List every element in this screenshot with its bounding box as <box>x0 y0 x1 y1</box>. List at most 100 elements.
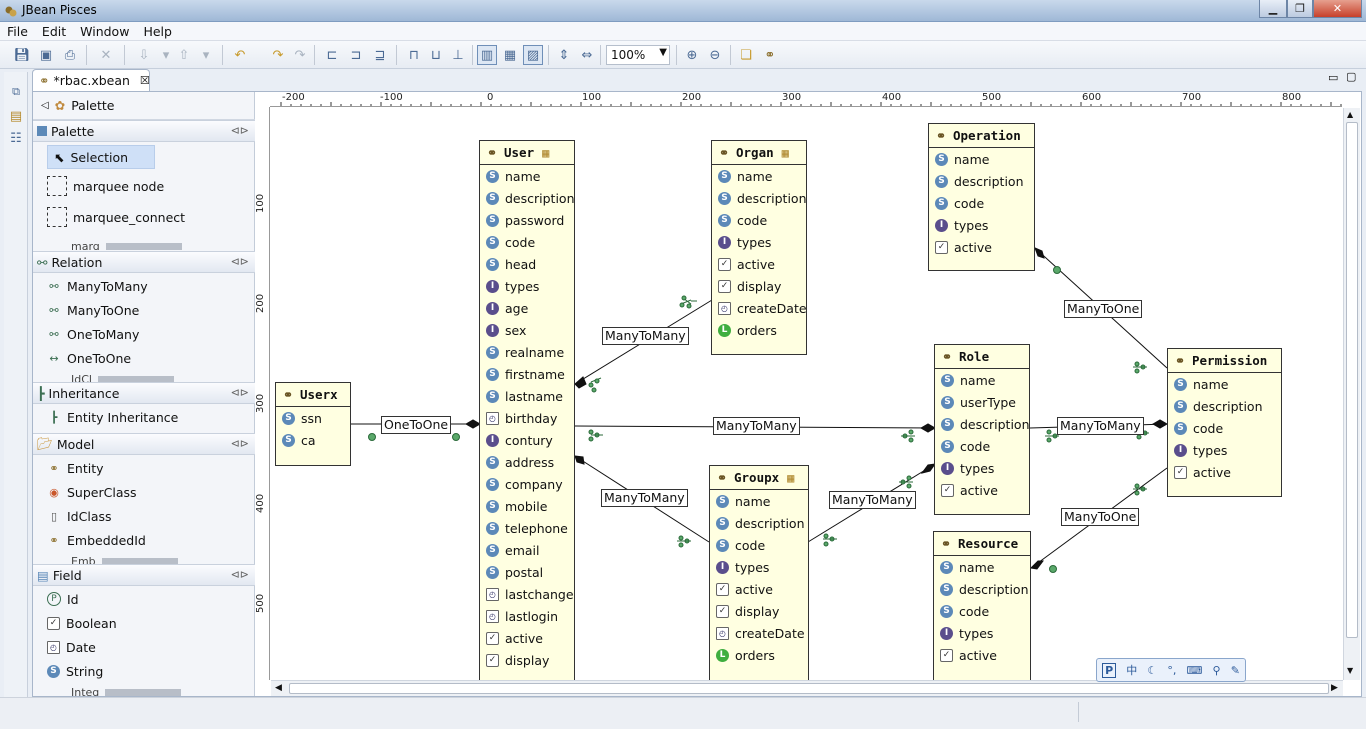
entity-field[interactable]: ✓ active <box>1168 461 1281 483</box>
minimize-button[interactable]: ▁ <box>1259 0 1287 18</box>
entity-field[interactable]: Sdescription <box>935 413 1030 435</box>
entity-field[interactable]: Shead <box>480 253 574 275</box>
entity-field[interactable]: Lorders <box>710 644 808 666</box>
redo-disabled-icon[interactable]: ↷ <box>290 45 310 65</box>
entity-field[interactable]: ✓ active <box>480 627 574 649</box>
entity-field[interactable]: Iage <box>480 297 574 319</box>
collapse-palette-icon[interactable]: ◁ <box>41 100 49 111</box>
palette-item-marquee-connect[interactable]: marquee_connect <box>47 205 185 229</box>
drawer-relation[interactable]: ⚯ Relation ⊲⊳ <box>33 251 255 273</box>
entity-field[interactable]: ✓ active <box>934 644 1030 666</box>
align-top-icon[interactable]: ⊓ <box>404 45 424 65</box>
palette-item-string[interactable]: S String <box>47 659 103 683</box>
maximize-button[interactable]: ❐ <box>1287 0 1313 18</box>
zoom-out-icon[interactable]: ⊖ <box>705 45 725 65</box>
drawer-field[interactable]: ▤ Field ⊲⊳ <box>33 564 255 586</box>
entity-field[interactable]: Scompany <box>480 473 574 495</box>
entity-userx[interactable]: ⚭ Userx Sssn Sca <box>275 382 351 466</box>
match-width-icon[interactable]: ⇔ <box>577 45 597 65</box>
entity-field[interactable]: Itypes <box>480 275 574 297</box>
entity-groupx[interactable]: ⚭ Groupx ▦ Sname Sdescription Scode Itypes ✓ act… <box>709 465 809 680</box>
entity-field[interactable]: Sfirstname <box>480 363 574 385</box>
entity-field[interactable]: Itypes <box>934 622 1030 644</box>
entity-field[interactable]: ✓ active <box>710 578 808 600</box>
entity-field[interactable]: ✓ active <box>929 236 1034 258</box>
entity-field[interactable]: ◴ createDate <box>710 622 808 644</box>
entity-field[interactable]: Scode <box>935 435 1029 457</box>
entity-field[interactable]: ◴ birthday <box>480 407 574 429</box>
entity-field[interactable]: Sname <box>935 369 1029 391</box>
entity-field[interactable]: Itypes <box>712 231 806 253</box>
entity-field[interactable]: SuserType <box>935 391 1029 413</box>
collapse-icon[interactable]: ⊲⊳ <box>231 124 249 137</box>
entity-field[interactable]: Spostal <box>480 561 574 583</box>
entity-header[interactable]: ⚭ Operation <box>929 124 1034 148</box>
entity-field[interactable]: Sname <box>480 165 574 187</box>
entity-field[interactable]: Sname <box>712 165 806 187</box>
ime-user-icon[interactable]: ⚲ <box>1213 664 1221 677</box>
entity-permission[interactable]: ⚭ Permission Sname Sdescription Scode Itypes ✓… <box>1167 348 1282 497</box>
palette-item-selection[interactable]: ⬉ Selection <box>47 145 155 169</box>
entity-organ[interactable]: ⚭ Organ ▦ Sname Sdescription Scode Itypes ✓ acti… <box>711 140 807 355</box>
entity-field[interactable]: Icontury <box>480 429 574 451</box>
undo-icon[interactable]: ↶ <box>230 45 250 65</box>
scroll-right-icon[interactable]: ▶ <box>1331 683 1338 693</box>
entity-field[interactable]: Srealname <box>480 341 574 363</box>
entity-field[interactable]: Lorders <box>712 319 806 341</box>
relation-label-role-permission[interactable]: ManyToMany <box>1057 417 1144 435</box>
palette-item-onetoone[interactable]: ↔ OneToOne <box>47 346 131 370</box>
entity-field[interactable]: Sname <box>710 490 808 512</box>
relation-label-resource-permission[interactable]: ManyToOne <box>1061 508 1140 526</box>
entity-field[interactable]: Sname <box>934 556 1030 578</box>
ime-toolbar[interactable]: P 中 ☾ °, ⌨ ⚲ ✎ <box>1096 658 1246 682</box>
align-middle-icon[interactable]: ⊔ <box>426 45 446 65</box>
ime-chinese-mode[interactable]: 中 <box>1126 662 1137 678</box>
entity-field[interactable]: Itypes <box>710 556 808 578</box>
relation-label-user-organ[interactable]: ManyToMany <box>602 327 689 345</box>
menu-file[interactable]: File <box>0 24 35 39</box>
zoom-in-icon[interactable]: ⊕ <box>682 45 702 65</box>
entity-header[interactable]: ⚭ Role <box>935 345 1029 369</box>
entity-resource[interactable]: ⚭ Resource Sname Sdescription Scode Itypes ✓ ac… <box>933 531 1031 680</box>
collapse-icon[interactable]: ⊲⊳ <box>231 386 249 399</box>
entity-field[interactable]: Itypes <box>935 457 1029 479</box>
relation-label-userx-user[interactable]: OneToOne <box>381 416 452 434</box>
redo-icon[interactable]: ↷ <box>268 45 288 65</box>
diagram-canvas[interactable]: OneToOne ManyToMany ManyToMany ManyToMan… <box>271 108 1343 680</box>
entity-header[interactable]: ⚭ Resource <box>934 532 1030 556</box>
entity-field[interactable]: Scode <box>929 192 1034 214</box>
menu-window[interactable]: Window <box>73 24 136 39</box>
drawer-palette[interactable]: Palette ⊲⊳ <box>33 120 255 142</box>
zoom-select[interactable]: 100% ▼ <box>606 45 670 65</box>
horizontal-scroll-thumb[interactable] <box>289 683 1329 694</box>
relation-label-groupx-role[interactable]: ManyToMany <box>829 491 916 509</box>
entity-field[interactable]: Scode <box>934 600 1030 622</box>
entity-field[interactable]: Slastname <box>480 385 574 407</box>
entity-field[interactable]: ✓ active <box>935 479 1029 501</box>
close-tab-icon[interactable]: ☒ <box>140 74 150 87</box>
editor-tab[interactable]: ⚭ *rbac.xbean ☒ <box>32 69 150 91</box>
palette-item-manytoone[interactable]: ⚯ ManyToOne <box>47 298 139 322</box>
palette-item-marquee-node[interactable]: marquee node <box>47 174 164 198</box>
import-icon[interactable]: ⇩ <box>134 45 154 65</box>
menu-edit[interactable]: Edit <box>35 24 73 39</box>
palette-item-manytomany[interactable]: ⚯ ManyToMany <box>47 274 147 298</box>
entity-field[interactable]: Sdescription <box>712 187 807 209</box>
entity-header[interactable]: ⚭ User ▦ <box>480 141 574 165</box>
ime-punctuation-icon[interactable]: °, <box>1167 664 1176 677</box>
entity-field[interactable]: Isex <box>480 319 574 341</box>
menu-help[interactable]: Help <box>136 24 179 39</box>
package-explorer-icon[interactable]: ▤ <box>6 106 26 126</box>
palette-item-entity[interactable]: ⚭ Entity <box>47 456 103 480</box>
ime-keyboard-icon[interactable]: ⌨ <box>1187 664 1203 677</box>
palette-item-superclass[interactable]: ◉ SuperClass <box>47 480 136 504</box>
save-all-icon[interactable]: ▣ <box>36 45 56 65</box>
print-icon[interactable]: ⎙ <box>60 45 80 65</box>
entity-operation[interactable]: ⚭ Operation Sname Sdescription Scode Itypes ✓ a… <box>928 123 1035 271</box>
entity-field[interactable]: Sname <box>1168 373 1281 395</box>
maximize-editor-icon[interactable]: ▢ <box>1346 70 1356 83</box>
palette-item-id[interactable]: P Id <box>47 587 79 611</box>
palette-item-entity-inheritance[interactable]: ┣ Entity Inheritance <box>47 405 179 429</box>
palette-item-idclass[interactable]: ▯ IdClass <box>47 504 112 528</box>
entity-field[interactable]: Sdescription <box>934 578 1030 600</box>
